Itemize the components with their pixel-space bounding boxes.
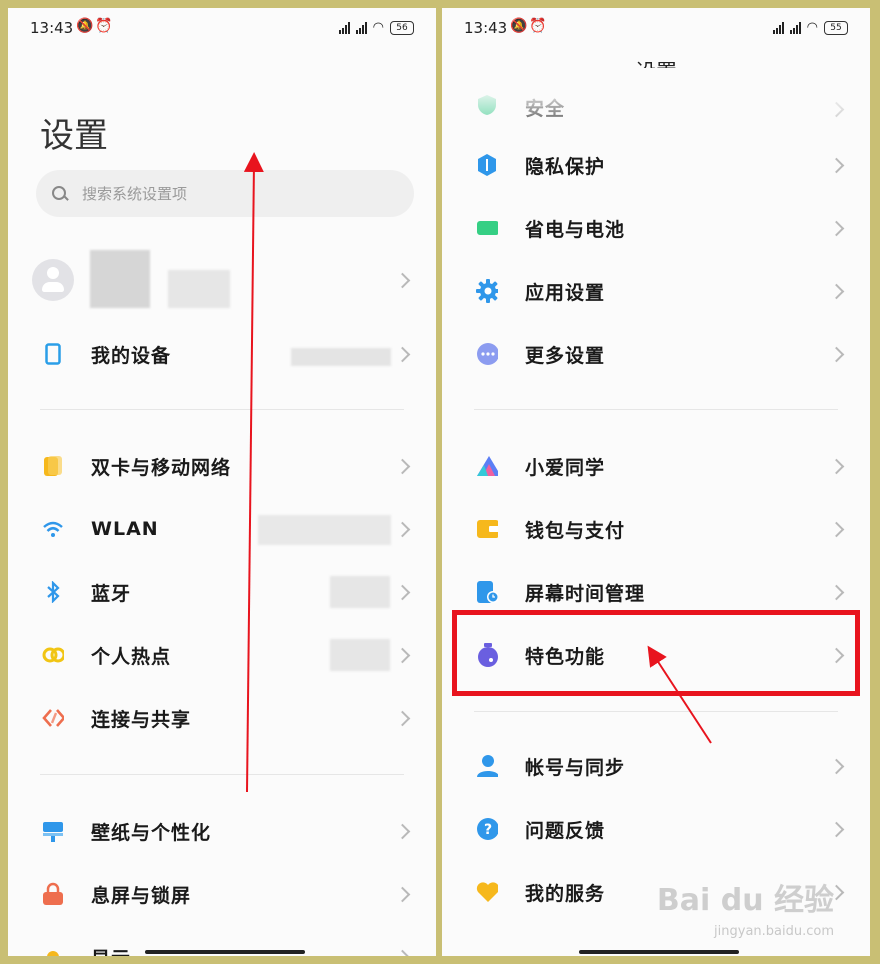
watermark-logo: Bai du 经验 bbox=[656, 883, 834, 918]
annotation-arrows bbox=[243, 152, 712, 793]
watermark-url: jingyan.baidu.com bbox=[714, 924, 834, 939]
pointer-arrow bbox=[647, 645, 712, 744]
scroll-up-arrow bbox=[243, 152, 264, 793]
